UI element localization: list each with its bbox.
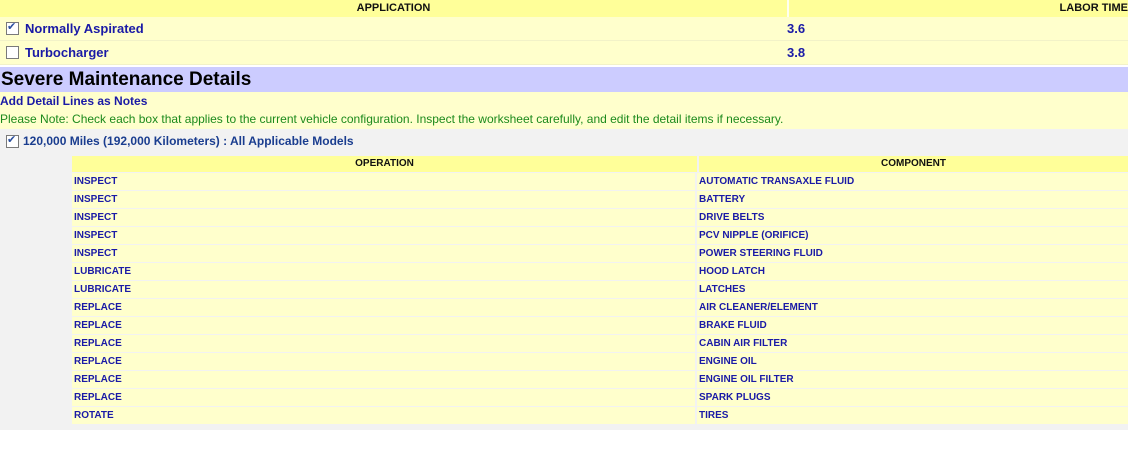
labor-time-column-header: LABOR TIME: [789, 0, 1128, 17]
application-name[interactable]: Normally Aspirated: [25, 21, 144, 36]
application-row-turbocharger[interactable]: Turbocharger 3.8: [0, 41, 1128, 65]
component-cell[interactable]: BRAKE FLUID: [697, 317, 1128, 334]
operation-cell[interactable]: REPLACE: [72, 299, 697, 316]
operation-cell[interactable]: REPLACE: [72, 317, 697, 334]
table-row: INSPECT PCV NIPPLE (ORIFICE): [72, 226, 1128, 244]
operation-cell[interactable]: ROTATE: [72, 407, 697, 424]
table-row: INSPECT AUTOMATIC TRANSAXLE FLUID: [72, 172, 1128, 190]
operation-cell[interactable]: INSPECT: [72, 191, 697, 208]
normally-aspirated-checkbox[interactable]: [6, 20, 19, 35]
operation-cell[interactable]: REPLACE: [72, 371, 697, 388]
application-table-header: APPLICATION LABOR TIME: [0, 0, 1128, 17]
component-cell[interactable]: SPARK PLUGS: [697, 389, 1128, 406]
add-detail-lines-link[interactable]: Add Detail Lines as Notes: [0, 94, 147, 108]
operation-cell[interactable]: REPLACE: [72, 353, 697, 370]
table-row: REPLACE ENGINE OIL: [72, 352, 1128, 370]
component-cell[interactable]: ENGINE OIL: [697, 353, 1128, 370]
component-cell[interactable]: AUTOMATIC TRANSAXLE FLUID: [697, 173, 1128, 190]
operation-cell[interactable]: INSPECT: [72, 173, 697, 190]
note-block: Add Detail Lines as Notes Please Note: C…: [0, 92, 1128, 129]
application-name-cell: Turbocharger: [0, 45, 787, 60]
component-cell[interactable]: CABIN AIR FILTER: [697, 335, 1128, 352]
operation-column-header: OPERATION: [72, 156, 699, 172]
labor-time-value: 3.8: [787, 45, 806, 60]
table-row: LUBRICATE LATCHES: [72, 280, 1128, 298]
application-name-cell: Normally Aspirated: [0, 20, 787, 36]
please-note-text: Please Note: Check each box that applies…: [0, 112, 784, 126]
interval-header: 120,000 Miles (192,000 Kilometers) : All…: [0, 133, 354, 148]
interval-checkbox[interactable]: [6, 133, 19, 148]
interval-label[interactable]: 120,000 Miles (192,000 Kilometers) : All…: [23, 134, 354, 148]
operation-cell[interactable]: INSPECT: [72, 209, 697, 226]
component-column-header: COMPONENT: [699, 156, 1128, 172]
component-cell[interactable]: HOOD LATCH: [697, 263, 1128, 280]
operation-cell[interactable]: INSPECT: [72, 227, 697, 244]
table-row: ROTATE TIRES: [72, 406, 1128, 424]
operation-cell[interactable]: REPLACE: [72, 335, 697, 352]
application-name[interactable]: Turbocharger: [25, 45, 109, 60]
table-row: INSPECT DRIVE BELTS: [72, 208, 1128, 226]
component-cell[interactable]: PCV NIPPLE (ORIFICE): [697, 227, 1128, 244]
application-row-normally-aspirated[interactable]: Normally Aspirated 3.6: [0, 17, 1128, 41]
table-row: REPLACE AIR CLEANER/ELEMENT: [72, 298, 1128, 316]
table-row: REPLACE ENGINE OIL FILTER: [72, 370, 1128, 388]
table-row: INSPECT POWER STEERING FLUID: [72, 244, 1128, 262]
operations-table-body: INSPECT AUTOMATIC TRANSAXLE FLUID INSPECT B…: [72, 172, 1128, 424]
table-row: LUBRICATE HOOD LATCH: [72, 262, 1128, 280]
component-cell[interactable]: ENGINE OIL FILTER: [697, 371, 1128, 388]
component-cell[interactable]: DRIVE BELTS: [697, 209, 1128, 226]
turbocharger-checkbox[interactable]: [6, 46, 19, 59]
table-row: INSPECT BATTERY: [72, 190, 1128, 208]
labor-time-value: 3.6: [787, 21, 806, 36]
operation-cell[interactable]: LUBRICATE: [72, 263, 697, 280]
maintenance-interval-section: 120,000 Miles (192,000 Kilometers) : All…: [0, 129, 1128, 430]
operations-table: OPERATION COMPONENT INSPECT AUTOMATIC TRA…: [72, 156, 1128, 424]
operations-table-header: OPERATION COMPONENT: [72, 156, 1128, 172]
table-row: REPLACE CABIN AIR FILTER: [72, 334, 1128, 352]
component-cell[interactable]: POWER STEERING FLUID: [697, 245, 1128, 262]
component-cell[interactable]: AIR CLEANER/ELEMENT: [697, 299, 1128, 316]
table-row: REPLACE SPARK PLUGS: [72, 388, 1128, 406]
application-column-header: APPLICATION: [0, 0, 789, 17]
component-cell[interactable]: BATTERY: [697, 191, 1128, 208]
operation-cell[interactable]: LUBRICATE: [72, 281, 697, 298]
operation-cell[interactable]: INSPECT: [72, 245, 697, 262]
component-cell[interactable]: TIRES: [697, 407, 1128, 424]
table-row: REPLACE BRAKE FLUID: [72, 316, 1128, 334]
operation-cell[interactable]: REPLACE: [72, 389, 697, 406]
component-cell[interactable]: LATCHES: [697, 281, 1128, 298]
severe-maintenance-title: Severe Maintenance Details: [0, 67, 1128, 92]
